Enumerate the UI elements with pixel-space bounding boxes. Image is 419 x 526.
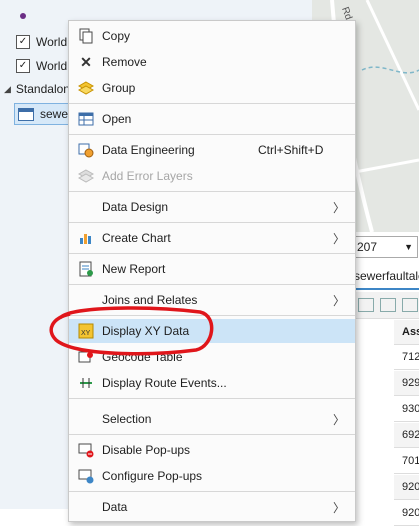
layer-visibility-checkbox[interactable]: ✓	[16, 59, 30, 73]
menu-item-data-design[interactable]: Data Design 〉	[69, 196, 355, 218]
table-row[interactable]: 6928	[394, 423, 419, 448]
chevron-right-icon: 〉	[332, 412, 345, 427]
tab-sewerfaultalert[interactable]: sewerfaultalert	[354, 264, 419, 290]
xy-data-icon: XY	[77, 322, 95, 340]
menu-separator	[69, 222, 355, 223]
menu-item-geocode-table[interactable]: Geocode Table	[69, 346, 355, 368]
layers-group-icon	[77, 79, 95, 97]
menu-item-open[interactable]: Open	[69, 108, 355, 130]
chevron-right-icon: 〉	[332, 293, 345, 308]
menu-item-add-error-layers[interactable]: Add Error Layers	[69, 165, 355, 187]
menu-item-disable-popups[interactable]: Disable Pop-ups	[69, 439, 355, 461]
close-icon: ✕	[80, 53, 92, 70]
menu-item-create-chart[interactable]: Create Chart 〉	[69, 227, 355, 249]
data-engineering-icon	[77, 141, 95, 159]
geocode-icon	[77, 348, 95, 366]
menu-separator	[69, 103, 355, 104]
menu-item-selection[interactable]: Selection 〉	[69, 408, 355, 430]
menu-item-data-engineering[interactable]: Data Engineering Ctrl+Shift+D	[69, 139, 355, 161]
menu-item-display-route-events[interactable]: Display Route Events...	[69, 372, 355, 394]
calculate-icon[interactable]	[380, 298, 396, 312]
column-header[interactable]: Asse	[394, 320, 419, 345]
add-field-icon[interactable]	[358, 298, 374, 312]
layer-name: World	[36, 59, 68, 73]
chevron-down-icon: ▼	[404, 242, 413, 252]
table-icon	[77, 110, 95, 128]
collapse-arrow-icon[interactable]: ◢	[4, 84, 11, 95]
route-events-icon	[77, 374, 95, 392]
menu-item-data[interactable]: Data 〉	[69, 496, 355, 518]
layer-row-world-2[interactable]: ✓ World	[16, 55, 67, 77]
table-row[interactable]: 7129	[394, 345, 419, 370]
menu-item-display-xy-data[interactable]: XY Display XY Data	[69, 319, 355, 343]
menu-item-copy[interactable]: Copy	[69, 25, 355, 47]
table-toolbar	[354, 292, 419, 319]
chevron-right-icon: 〉	[332, 231, 345, 246]
menu-item-remove[interactable]: ✕ Remove	[69, 51, 355, 73]
standalone-tables-section[interactable]: ◢ Standalon	[4, 78, 70, 100]
section-label: Standalon	[15, 82, 70, 96]
menu-separator	[69, 491, 355, 492]
table-row[interactable]: 9303	[394, 397, 419, 422]
table-row[interactable]: 9205	[394, 501, 419, 526]
menu-item-joins-relates[interactable]: Joins and Relates 〉	[69, 289, 355, 311]
layer-name: World	[36, 35, 68, 49]
menu-separator	[69, 398, 355, 399]
report-icon	[77, 260, 95, 278]
menu-item-configure-popups[interactable]: Configure Pop-ups	[69, 465, 355, 487]
selected-table-item[interactable]: sewer	[14, 103, 76, 125]
configure-popup-icon	[77, 467, 95, 485]
bar-chart-icon	[77, 229, 95, 247]
menu-item-group[interactable]: Group	[69, 77, 355, 99]
menu-item-new-report[interactable]: New Report	[69, 258, 355, 280]
error-layers-icon	[77, 167, 95, 185]
layer-row-world-1[interactable]: ✓ World	[16, 31, 67, 53]
table-row[interactable]: 9208	[394, 475, 419, 500]
menu-separator	[69, 315, 355, 316]
layer-visibility-checkbox[interactable]: ✓	[16, 35, 30, 49]
menu-separator	[69, 134, 355, 135]
copy-icon	[77, 27, 95, 45]
table-icon	[18, 107, 34, 121]
svg-text:XY: XY	[81, 330, 91, 337]
disable-popup-icon	[77, 441, 95, 459]
menu-separator	[69, 253, 355, 254]
menu-separator	[69, 191, 355, 192]
layer-symbol-icon	[20, 13, 26, 19]
select-icon[interactable]	[402, 298, 418, 312]
context-menu: Copy ✕ Remove Group Open Data Engineerin…	[68, 20, 356, 522]
menu-separator	[69, 284, 355, 285]
table-row[interactable]: 7014	[394, 449, 419, 474]
chevron-right-icon: 〉	[332, 500, 345, 515]
chevron-right-icon: 〉	[332, 200, 345, 215]
scale-dropdown[interactable]: 207 ▼	[354, 236, 418, 258]
menu-separator	[69, 434, 355, 435]
table-row[interactable]: 9297	[394, 371, 419, 396]
